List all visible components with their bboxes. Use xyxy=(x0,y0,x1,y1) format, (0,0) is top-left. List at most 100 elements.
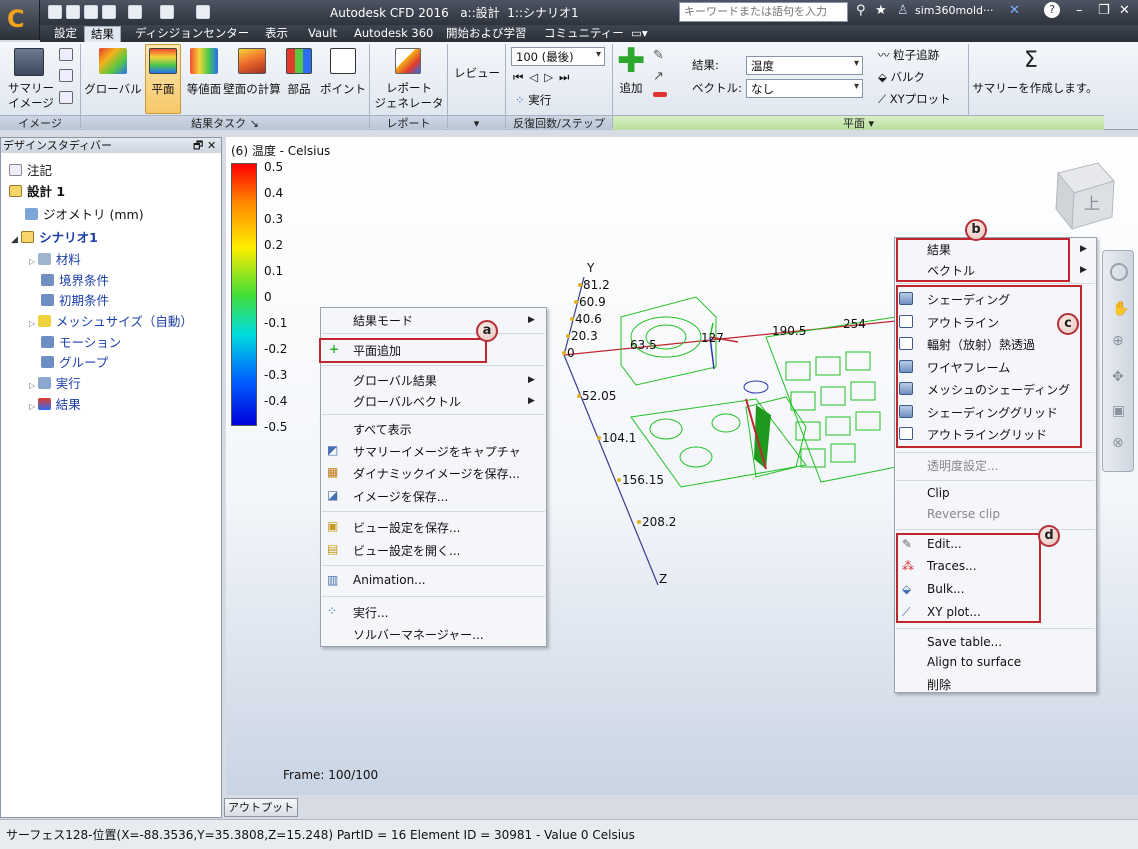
review-button[interactable]: レビュー xyxy=(449,66,505,81)
add-plus-icon[interactable]: ✚ xyxy=(617,44,646,78)
menu-item-clip[interactable]: Clip xyxy=(927,486,950,500)
steering-wheel-icon[interactable] xyxy=(1110,263,1128,281)
pan-icon[interactable]: ✋ xyxy=(1112,301,1129,317)
run-button[interactable]: ⁘ 実行 xyxy=(515,93,551,108)
sigma-icon[interactable]: Σ xyxy=(1024,48,1038,73)
layout-icon[interactable] xyxy=(196,5,210,19)
iteration-select[interactable]: 100 (最後) xyxy=(511,47,605,66)
camera-icon[interactable] xyxy=(14,48,44,76)
menu-item-reverse-clip[interactable]: Reverse clip xyxy=(927,507,1000,521)
tree-item-design[interactable]: 設計 1 xyxy=(9,184,65,200)
tree-item-materials[interactable]: ▷ 材料 xyxy=(29,252,81,270)
edit-pencil-icon[interactable]: ✎ xyxy=(653,48,667,63)
menu-item-open-view[interactable]: ビュー設定を開く... xyxy=(353,542,460,559)
tab-decision-center[interactable]: ディシジョンセンター xyxy=(129,26,255,42)
menu-item-align-surface[interactable]: Align to surface xyxy=(927,655,1021,669)
exchange-icon[interactable]: ✕ xyxy=(1009,3,1020,18)
delete-plane-icon[interactable] xyxy=(653,92,667,97)
pin-icon[interactable]: 🗗 xyxy=(193,138,203,153)
summary-image-label[interactable]: サマリー イメージ xyxy=(5,81,57,111)
arrow-icon[interactable]: ↗ xyxy=(653,69,667,84)
menu-item-save-image[interactable]: イメージを保存... xyxy=(353,488,448,505)
close-panel-icon[interactable]: ✕ xyxy=(207,138,216,153)
menu-item-result-mode[interactable]: 結果モード xyxy=(353,312,413,329)
restore-button[interactable]: ❐ xyxy=(1098,3,1110,18)
tree-item-initial-conditions[interactable]: 初期条件 xyxy=(41,293,109,309)
tree-item-run[interactable]: ▷ 実行 xyxy=(29,376,81,394)
global-button-label[interactable]: グローバル xyxy=(83,82,143,97)
plane-icon[interactable] xyxy=(149,48,177,74)
tree-item-groups[interactable]: グループ xyxy=(41,355,108,371)
tree-item-motion[interactable]: モーション xyxy=(41,335,121,351)
menu-item-global-results[interactable]: グローバル結果 xyxy=(353,372,437,389)
binoculars-icon[interactable]: ⚲ xyxy=(856,3,866,18)
part-icon[interactable] xyxy=(286,48,312,74)
look-icon[interactable]: ▣ xyxy=(1112,403,1125,419)
open-icon[interactable] xyxy=(66,5,80,19)
new-icon[interactable] xyxy=(48,5,62,19)
tab-vault[interactable]: Vault xyxy=(302,26,343,42)
isosurface-icon[interactable] xyxy=(190,48,218,74)
tree-item-boundary-conditions[interactable]: 境界条件 xyxy=(41,273,109,289)
view-icon[interactable] xyxy=(160,5,174,19)
close-button[interactable]: ✕ xyxy=(1119,3,1130,18)
review-footer-dropdown[interactable]: ▾ xyxy=(448,115,505,130)
zoom-icon[interactable]: ⊕ xyxy=(1112,333,1124,349)
report-generator-icon[interactable] xyxy=(395,48,421,74)
application-menu-button[interactable]: C xyxy=(0,0,40,40)
tree-item-notes[interactable]: 注記 xyxy=(9,163,52,179)
menu-item-save-table[interactable]: Save table... xyxy=(927,635,1002,649)
report-generator-label[interactable]: レポート ジェネレータ xyxy=(371,81,447,111)
dynamic-image-icon[interactable] xyxy=(59,69,73,82)
playback-controls[interactable]: ⏮◁▷⏭ xyxy=(513,70,603,85)
tab-autodesk-360[interactable]: Autodesk 360 xyxy=(348,26,439,42)
showmotion-icon[interactable]: ⊗ xyxy=(1112,435,1124,451)
help-icon[interactable]: ? xyxy=(1044,2,1060,18)
orbit-icon[interactable]: ✥ xyxy=(1112,369,1124,385)
tree-item-geometry[interactable]: ジオメトリ (mm) xyxy=(25,207,144,223)
menu-item-transparency[interactable]: 透明度設定... xyxy=(927,457,998,474)
user-name[interactable]: sim360mold··· xyxy=(915,4,993,17)
tab-settings[interactable]: 設定 xyxy=(48,26,83,42)
save-all-icon[interactable] xyxy=(102,5,116,19)
create-summary-button[interactable]: サマリーを作成します。 xyxy=(972,81,1098,96)
tab-overflow-icon[interactable]: ▭▾ xyxy=(625,26,654,42)
point-button-label[interactable]: ポイント xyxy=(316,82,370,97)
user-icon[interactable]: ♙ xyxy=(897,3,909,18)
tree-item-scenario[interactable]: ◢ シナリオ1 xyxy=(11,230,98,248)
menu-item-capture-summary[interactable]: サマリーイメージをキャプチャ xyxy=(353,443,521,460)
menu-item-global-vector[interactable]: グローバルベクトル xyxy=(353,393,461,410)
menu-item-save-view[interactable]: ビュー設定を保存... xyxy=(353,519,460,536)
tab-view[interactable]: 表示 xyxy=(259,26,294,42)
undo-icon[interactable] xyxy=(128,5,142,19)
part-button-label[interactable]: 部品 xyxy=(282,82,316,97)
isosurface-button-label[interactable]: 等値面 xyxy=(182,82,226,97)
tab-results[interactable]: 結果 xyxy=(84,26,121,42)
add-plane-label[interactable]: 追加 xyxy=(617,81,645,96)
menu-item-save-dynamic-image[interactable]: ダイナミックイメージを保存... xyxy=(353,465,520,482)
save-icon[interactable] xyxy=(84,5,98,19)
menu-item-animation[interactable]: Animation... xyxy=(353,573,426,587)
vector-select[interactable]: なし xyxy=(746,79,863,98)
particle-trace-button[interactable]: 〰 粒子追跡 xyxy=(878,48,939,63)
search-input[interactable] xyxy=(679,2,848,22)
menu-item-run[interactable]: 実行... xyxy=(353,604,388,621)
menu-item-delete[interactable]: 削除 xyxy=(927,676,951,693)
plane-button-label[interactable]: 平面 xyxy=(145,82,181,97)
bulk-button[interactable]: ⬙ バルク xyxy=(878,70,925,85)
menu-item-show-all[interactable]: すべて表示 xyxy=(353,421,412,438)
xyplot-button[interactable]: ⟋ XYプロット xyxy=(878,92,951,107)
tree-item-results[interactable]: ▷ 結果 xyxy=(29,397,81,415)
save-image-icon[interactable] xyxy=(59,48,73,61)
tree-item-mesh-size[interactable]: ▷ メッシュサイズ（自動） xyxy=(29,314,193,332)
point-icon[interactable] xyxy=(330,48,356,74)
tab-community[interactable]: コミュニティー xyxy=(538,26,630,42)
capture-icon[interactable] xyxy=(59,91,73,104)
global-icon[interactable] xyxy=(99,48,127,74)
star-icon[interactable]: ★ xyxy=(875,3,887,18)
wall-calc-icon[interactable] xyxy=(238,48,266,74)
output-bar-button[interactable]: アウトプットバー xyxy=(224,798,298,831)
wall-calc-button-label[interactable]: 壁面の計算 xyxy=(222,82,282,97)
menu-item-solver-manager[interactable]: ソルバーマネージャー... xyxy=(353,626,484,643)
result-select[interactable]: 温度 xyxy=(746,56,863,75)
